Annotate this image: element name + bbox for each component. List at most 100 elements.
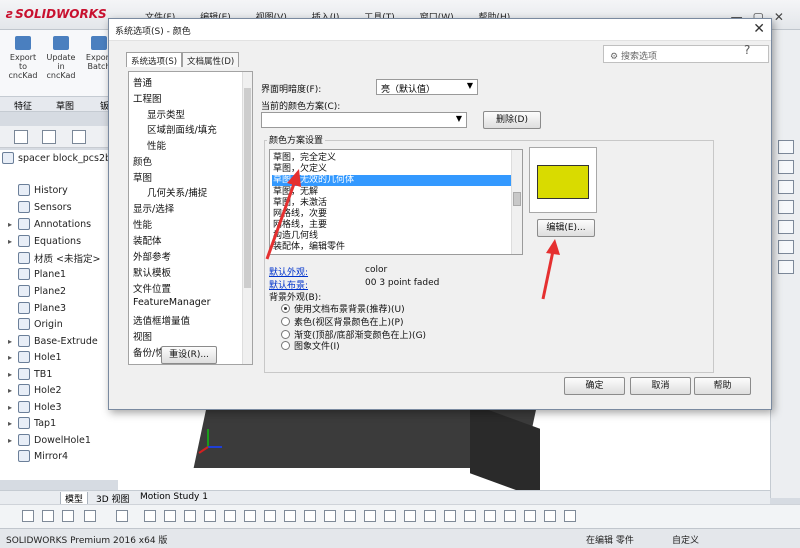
tool-icon[interactable] [244, 510, 256, 522]
tool-icon[interactable] [344, 510, 356, 522]
scroll-thumb[interactable] [244, 88, 251, 288]
tree-item[interactable]: ▸ Hole1 [8, 349, 61, 365]
close-icon[interactable]: ✕ [753, 21, 765, 37]
help-icon[interactable]: ? [744, 43, 750, 57]
tool-icon[interactable] [264, 510, 276, 522]
tool-icon[interactable] [504, 510, 516, 522]
tree-item[interactable]: ▸ Equations [8, 233, 81, 249]
tool-icon[interactable] [144, 510, 156, 522]
scroll-thumb[interactable] [513, 192, 521, 206]
tool-icon[interactable] [204, 510, 216, 522]
tool-icon[interactable] [524, 510, 536, 522]
status-custom[interactable]: 自定义 [672, 533, 699, 546]
category-item[interactable]: 工程图 [133, 91, 162, 105]
tree-item[interactable]: ▸ Hole2 [8, 382, 61, 398]
background-option-document[interactable]: 使用文档布景背景(推荐)(U) [281, 302, 405, 315]
select-icon[interactable] [84, 510, 96, 522]
category-item[interactable]: 显示类型 [147, 107, 185, 121]
tree-item[interactable]: 材质 <未指定> [8, 250, 100, 266]
tree-item[interactable]: ▸ TB1 [8, 366, 52, 382]
tree-item[interactable]: Sensors [8, 199, 72, 215]
tool-icon[interactable] [184, 510, 196, 522]
tool-icon[interactable] [62, 510, 74, 522]
tool-icon[interactable] [42, 510, 54, 522]
tool-icon[interactable] [424, 510, 436, 522]
tree-item[interactable]: History [8, 182, 68, 198]
tree-item[interactable]: ▸ Annotations [8, 216, 91, 232]
category-item[interactable]: 性能 [133, 217, 152, 231]
tool-icon[interactable] [116, 510, 128, 522]
tree-item[interactable]: Mirror4 [8, 448, 68, 464]
category-item[interactable]: 选值框增量值 [133, 313, 190, 327]
tree-item[interactable]: Plane2 [8, 283, 66, 299]
tab-system-options[interactable]: 系统选项(S) [126, 52, 183, 67]
category-item[interactable]: 外部参考 [133, 249, 171, 263]
category-item[interactable]: 几何关系/捕捉 [147, 185, 207, 199]
tree-item[interactable]: Plane3 [8, 300, 66, 316]
palette-icon[interactable] [778, 220, 794, 234]
background-option-image[interactable]: 图象文件(I) [281, 341, 340, 350]
background-option-gradient[interactable]: 渐变(顶部/底部渐变颜色在上)(G) [281, 328, 426, 341]
category-item[interactable]: 性能 [147, 138, 166, 152]
category-item[interactable]: 文件位置 [133, 281, 171, 295]
resources-icon[interactable] [778, 160, 794, 174]
category-item[interactable]: 区域剖面线/填充 [147, 122, 217, 136]
tool-icon[interactable] [464, 510, 476, 522]
help-button[interactable]: 帮助 [694, 377, 751, 395]
tool-icon[interactable] [224, 510, 236, 522]
category-item[interactable]: 草图 [133, 170, 152, 184]
category-item[interactable]: 装配体 [133, 233, 162, 247]
category-item[interactable]: 普通 [133, 75, 152, 89]
explorer-icon[interactable] [778, 200, 794, 214]
category-item[interactable]: 显示/选择 [133, 201, 174, 215]
appearance-icon[interactable] [778, 240, 794, 254]
tree-item[interactable]: Plane1 [8, 266, 66, 282]
tab-features[interactable]: 特征 [14, 99, 32, 112]
category-item[interactable]: FeatureManager [133, 297, 211, 308]
tool-icon[interactable] [404, 510, 416, 522]
filter-icon[interactable] [22, 510, 34, 522]
tool-icon[interactable] [324, 510, 336, 522]
tab-document-properties[interactable]: 文档属性(D) [182, 52, 240, 67]
edit-button[interactable]: 编辑(E)... [537, 219, 595, 237]
background-option-plain[interactable]: 素色(视区背景颜色在上)(P) [281, 315, 403, 328]
update-cnckad-button[interactable]: Update in cncKad [46, 36, 76, 80]
category-item[interactable]: 视图 [133, 329, 152, 343]
tree-item[interactable]: ▸ DowelHole1 [8, 432, 91, 448]
category-item[interactable]: 颜色 [133, 154, 152, 168]
color-list-scrollbar[interactable] [511, 150, 522, 254]
reset-button[interactable]: 重设(R)... [161, 346, 217, 364]
brightness-select[interactable]: 亮（默认值） ▼ [376, 79, 478, 95]
status-bar: SOLIDWORKS Premium 2016 x64 版 在编辑 零件 自定义 [0, 528, 800, 548]
tree-item[interactable]: Origin [8, 316, 63, 332]
category-scrollbar[interactable] [242, 72, 252, 364]
property-icon[interactable] [42, 130, 56, 144]
tool-icon[interactable] [544, 510, 556, 522]
tree-item[interactable]: ▸ Hole3 [8, 399, 61, 415]
feature-tree-icon[interactable] [14, 130, 28, 144]
tree-item[interactable]: ▸ Tap1 [8, 415, 56, 431]
tab-motion-study[interactable]: Motion Study 1 [136, 492, 212, 502]
tool-icon[interactable] [564, 510, 576, 522]
config-icon[interactable] [72, 130, 86, 144]
tree-part[interactable]: spacer block_pcs2b [2, 150, 111, 166]
tool-icon[interactable] [284, 510, 296, 522]
tool-icon[interactable] [384, 510, 396, 522]
forum-icon[interactable] [778, 260, 794, 274]
export-cnckad-button[interactable]: Export to cncKad [8, 36, 38, 80]
cancel-button[interactable]: 取消 [630, 377, 691, 395]
tool-icon[interactable] [304, 510, 316, 522]
tool-icon[interactable] [364, 510, 376, 522]
library-icon[interactable] [778, 180, 794, 194]
tree-item[interactable]: ▸ Base-Extrude [8, 333, 98, 349]
brightness-label: 界面明暗度(F): [261, 85, 322, 95]
home-icon[interactable] [778, 140, 794, 154]
category-item[interactable]: 默认模板 [133, 265, 171, 279]
scheme-select[interactable]: ▼ [261, 112, 467, 128]
delete-button[interactable]: 删除(D) [483, 111, 541, 129]
tool-icon[interactable] [444, 510, 456, 522]
tool-icon[interactable] [164, 510, 176, 522]
tab-sketch[interactable]: 草图 [56, 99, 74, 112]
ok-button[interactable]: 确定 [564, 377, 625, 395]
tool-icon[interactable] [484, 510, 496, 522]
